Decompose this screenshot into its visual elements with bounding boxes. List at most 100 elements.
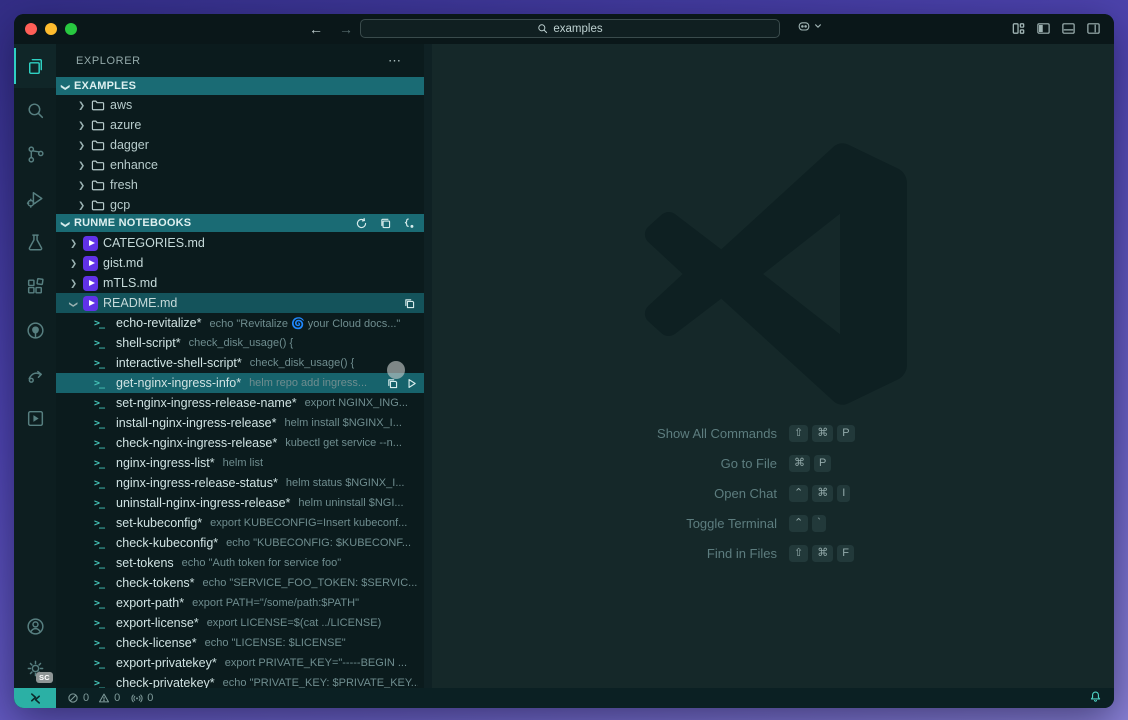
shortcut-label: Show All Commands [452,426,777,441]
activity-settings[interactable]: SC [14,648,56,688]
cell-snippet: echo "Auth token for service foo" [182,557,341,569]
examples-folder-list: aws azure dagger enhance fresh gcp [56,95,424,214]
activity-testing[interactable] [14,220,56,264]
shortcut-row: Toggle Terminal ⌃` [452,515,1114,532]
folder-row[interactable]: azure [56,115,424,135]
notebook-cell-row[interactable]: set-nginx-ingress-release-name* export N… [56,393,424,413]
folder-icon [91,159,105,171]
section-examples[interactable]: EXAMPLES [56,77,424,95]
sidebar-scrollbar[interactable] [424,44,432,688]
cell-snippet: helm uninstall $NGI... [298,497,403,509]
shortcut-row: Open Chat ⌃⌘I [452,485,1114,502]
activity-source-control[interactable] [14,132,56,176]
cell-snippet: export NGINX_ING... [305,397,408,409]
notebook-cell-row[interactable]: set-kubeconfig* export KUBECONFIG=Insert… [56,513,424,533]
terminal-icon [94,398,109,409]
zoom-button[interactable] [65,23,77,35]
copy-icon[interactable] [379,217,392,230]
chevron-icon [69,278,78,289]
ports-indicator[interactable]: 0 [131,692,153,704]
notebook-cell-row[interactable]: check-tokens* echo "SERVICE_FOO_TOKEN: $… [56,573,424,593]
keycap: F [837,545,854,562]
notebook-cell-row[interactable]: get-nginx-ingress-info* helm repo add in… [56,373,424,393]
activity-account[interactable] [14,604,56,648]
activity-github[interactable] [14,308,56,352]
folder-row[interactable]: gcp [56,195,424,214]
toggle-panel-icon[interactable] [1061,21,1076,36]
notebook-cell-row[interactable]: nginx-ingress-release-status* helm statu… [56,473,424,493]
toggle-secondary-sidebar-icon[interactable] [1086,21,1101,36]
cell-snippet: check_disk_usage() { [189,337,294,349]
cell-snippet: echo "KUBECONFIG: $KUBECONF... [226,537,411,549]
error-count: 0 [83,692,89,704]
terminal-icon [94,518,109,529]
notebook-file-row[interactable]: README.md [56,293,424,313]
notebook-file-row[interactable]: gist.md [56,253,424,273]
cell-name: set-nginx-ingress-release-name* [116,396,297,410]
chevron-icon [68,300,79,309]
braces-icon[interactable] [403,217,416,230]
forward-icon[interactable]: → [339,21,353,37]
notebook-cell-row[interactable]: shell-script* check_disk_usage() { [56,333,424,353]
vscode-window: ← → examples [14,14,1114,708]
folder-row[interactable]: fresh [56,175,424,195]
notebook-cell-row[interactable]: nginx-ingress-list* helm list [56,453,424,473]
copy-icon[interactable] [403,297,416,310]
notebook-cell-row[interactable]: export-privatekey* export PRIVATE_KEY="-… [56,653,424,673]
terminal-icon [94,658,109,669]
folder-row[interactable]: aws [56,95,424,115]
notebook-cell-row[interactable]: install-nginx-ingress-release* helm inst… [56,413,424,433]
notebook-cell-row[interactable]: echo-revitalize* echo "Revitalize 🌀 your… [56,313,424,333]
activity-runme-notebooks[interactable] [14,396,56,440]
notebook-cell-row[interactable]: uninstall-nginx-ingress-release* helm un… [56,493,424,513]
share-arrow-icon [25,364,46,385]
error-icon [67,692,79,704]
minimize-button[interactable] [45,23,57,35]
notebook-cell-row[interactable]: export-license* export LICENSE=$(cat ../… [56,613,424,633]
section-examples-label: EXAMPLES [74,80,136,92]
activity-run-debug[interactable] [14,176,56,220]
notebook-file-row[interactable]: mTLS.md [56,273,424,293]
activity-runme-deploy[interactable] [14,352,56,396]
keycap: ⇧ [789,425,808,442]
refresh-icon[interactable] [355,217,368,230]
cell-snippet: kubectl get service --n... [285,437,402,449]
cell-snippet: echo "Revitalize 🌀 your Cloud docs..." [209,317,400,330]
more-actions-icon[interactable]: ⋯ [388,53,402,69]
command-center-search[interactable]: examples [360,19,780,38]
terminal-icon [94,678,109,689]
file-name: CATEGORIES.md [103,236,205,250]
chevron-right-icon [77,120,86,131]
folder-name: azure [110,118,141,132]
problems-indicator[interactable]: 0 0 [67,692,120,704]
folder-row[interactable]: enhance [56,155,424,175]
run-cell-icon[interactable] [405,377,418,390]
activity-explorer[interactable] [14,44,56,88]
explorer-header: EXPLORER ⋯ [56,44,424,77]
shortcut-row: Go to File ⌘P [452,455,1114,472]
editor-area: Show All Commands ⇧⌘P Go to File ⌘P Open… [432,44,1114,688]
customize-layout-icon[interactable] [1011,21,1026,36]
cell-snippet: helm status $NGINX_I... [286,477,405,489]
notebook-cell-row[interactable]: check-kubeconfig* echo "KUBECONFIG: $KUB… [56,533,424,553]
shortcut-keys: ⌃⌘I [789,485,1114,502]
section-runme-notebooks[interactable]: RUNME NOTEBOOKS [56,214,424,232]
notebook-cell-row[interactable]: export-path* export PATH="/some/path:$PA… [56,593,424,613]
notebook-cell-row[interactable]: set-tokens echo "Auth token for service … [56,553,424,573]
activity-extensions[interactable] [14,264,56,308]
toggle-primary-sidebar-icon[interactable] [1036,21,1051,36]
notebook-cell-row[interactable]: check-license* echo "LICENSE: $LICENSE" [56,633,424,653]
remote-indicator[interactable] [14,688,56,708]
ports-count: 0 [147,692,153,704]
folder-row[interactable]: dagger [56,135,424,155]
copilot-menu[interactable] [796,18,822,34]
notebook-file-row[interactable]: CATEGORIES.md [56,233,424,253]
back-icon[interactable]: ← [309,21,323,37]
activity-search[interactable] [14,88,56,132]
notebook-cell-row[interactable]: check-privatekey* echo "PRIVATE_KEY: $PR… [56,673,424,688]
notifications-bell[interactable] [1089,690,1102,706]
close-button[interactable] [25,23,37,35]
notebook-cell-row[interactable]: interactive-shell-script* check_disk_usa… [56,353,424,373]
notebook-cell-row[interactable]: check-nginx-ingress-release* kubectl get… [56,433,424,453]
github-icon [25,320,46,341]
